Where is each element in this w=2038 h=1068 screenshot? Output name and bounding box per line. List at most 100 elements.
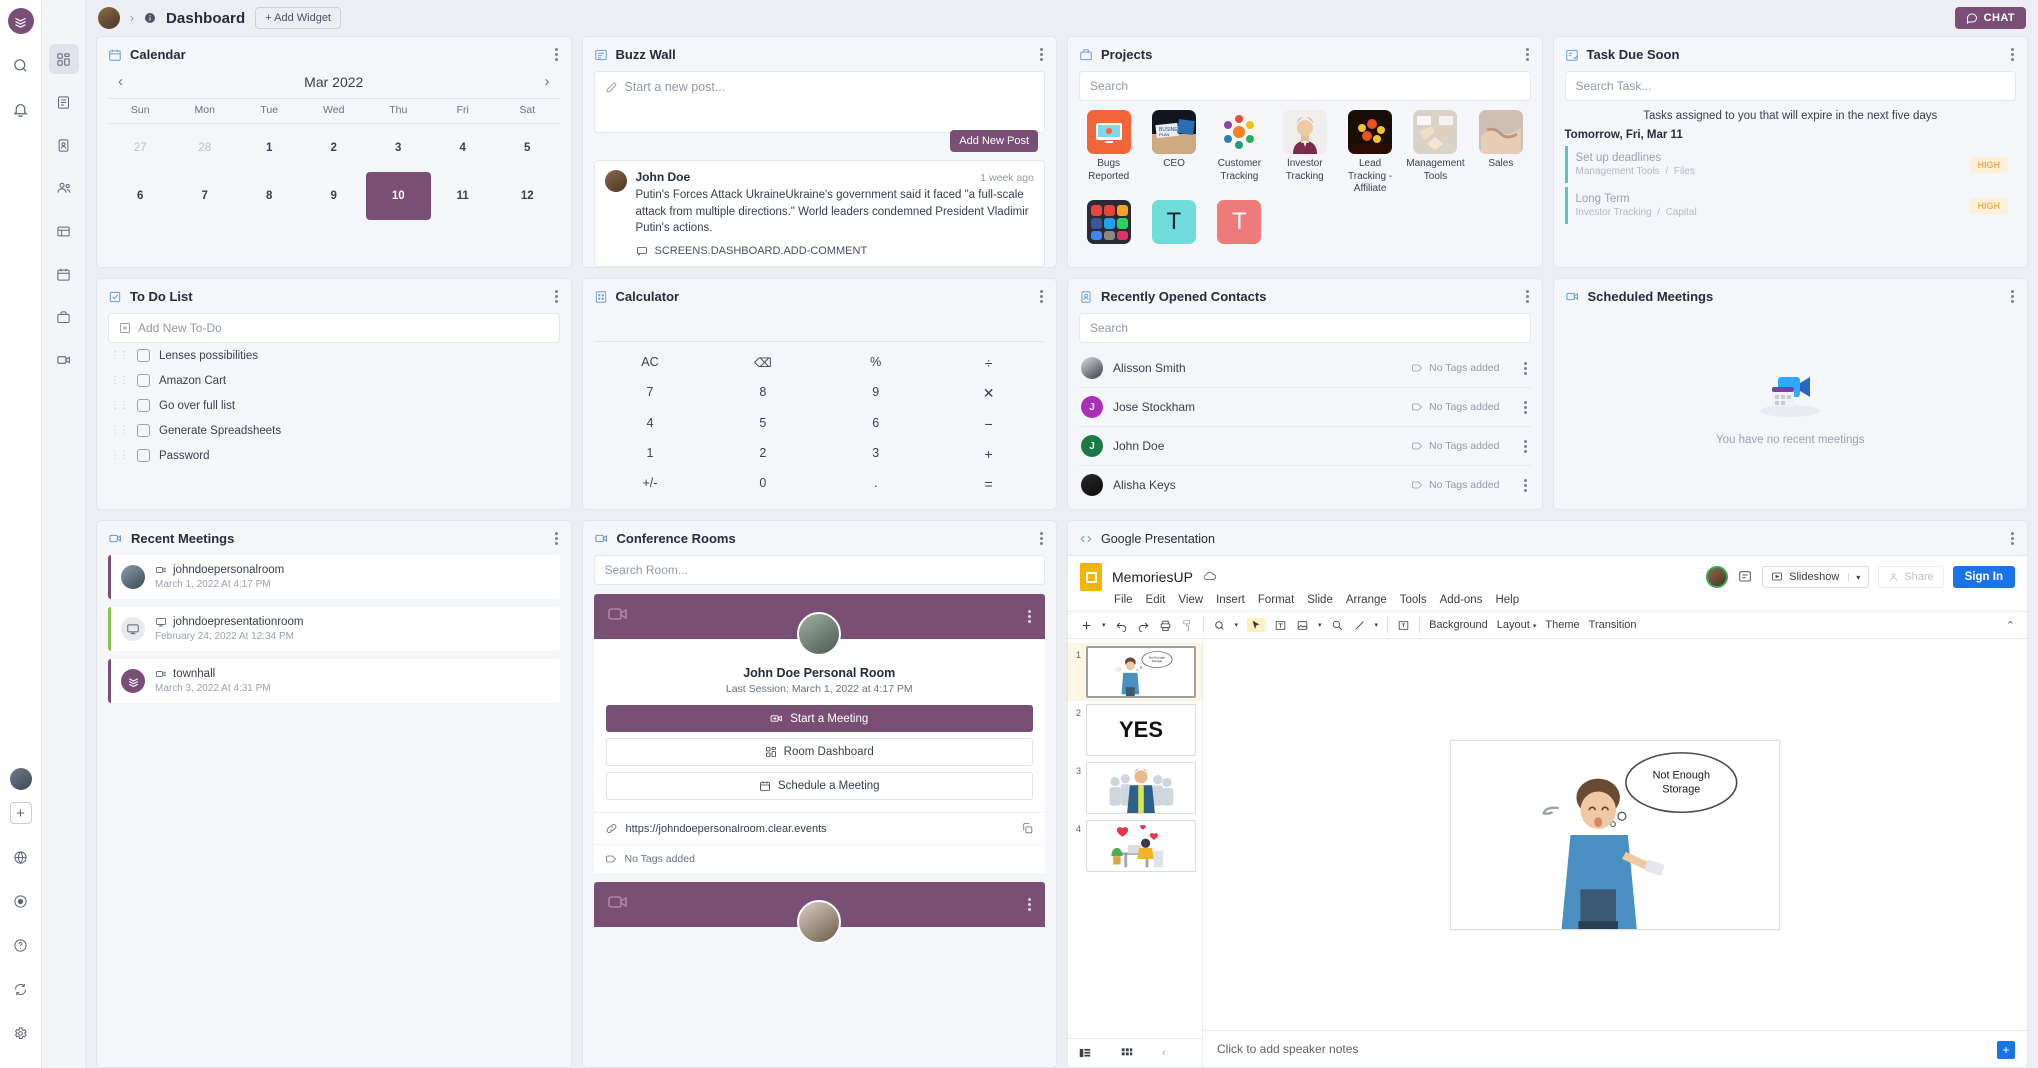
- sidebar-item-contacts[interactable]: [49, 130, 79, 160]
- task-search-input[interactable]: Search Task...: [1564, 71, 2016, 101]
- calendar-day[interactable]: 6: [108, 172, 173, 220]
- settings-icon[interactable]: [4, 1016, 38, 1050]
- calc-key-equals[interactable]: =: [932, 469, 1045, 499]
- share-button[interactable]: Share: [1878, 566, 1944, 588]
- projects-menu-button[interactable]: [1524, 46, 1531, 63]
- avatar[interactable]: [1706, 566, 1729, 588]
- image-dropdown-icon[interactable]: ▾: [1318, 621, 1322, 629]
- todo-menu-button[interactable]: [553, 288, 560, 305]
- meeting-row[interactable]: johndoepersonalroom March 1, 2022 At 4:1…: [108, 555, 560, 599]
- calc-key-percent[interactable]: %: [819, 348, 932, 378]
- globe-icon[interactable]: [4, 840, 38, 874]
- contact-row[interactable]: Alisson Smith No Tags added: [1079, 349, 1531, 388]
- sign-in-button[interactable]: Sign In: [1952, 566, 2015, 588]
- drag-handle-icon[interactable]: ⋮⋮: [110, 350, 129, 361]
- calc-key-multiply[interactable]: ✕: [932, 378, 1045, 409]
- text-options-icon[interactable]: [1397, 619, 1410, 632]
- recent-meetings-menu-button[interactable]: [553, 530, 560, 547]
- calc-key-6[interactable]: 6: [819, 409, 932, 439]
- calendar-next-button[interactable]: ›: [539, 73, 556, 90]
- current-slide[interactable]: Not Enough Storage: [1450, 739, 1780, 930]
- contact-menu-button[interactable]: [1522, 360, 1529, 377]
- room-dashboard-button[interactable]: Room Dashboard: [605, 738, 1033, 766]
- new-slide-dropdown-icon[interactable]: ▾: [1102, 621, 1106, 629]
- todo-item[interactable]: ⋮⋮ Password: [108, 443, 560, 468]
- todo-item[interactable]: ⋮⋮ Lenses possibilities: [108, 343, 560, 368]
- copy-icon[interactable]: [1021, 822, 1034, 835]
- task-due-menu-button[interactable]: [2009, 46, 2016, 63]
- todo-item[interactable]: ⋮⋮ Generate Spreadsheets: [108, 418, 560, 443]
- calc-key-minus[interactable]: −: [932, 409, 1045, 439]
- calc-key-2[interactable]: 2: [706, 439, 819, 469]
- menu-addons[interactable]: Add-ons: [1440, 594, 1483, 606]
- calendar-day[interactable]: 11: [431, 172, 496, 220]
- contacts-search-input[interactable]: Search: [1079, 313, 1531, 343]
- user-avatar[interactable]: [9, 768, 32, 790]
- calendar-day[interactable]: 7: [173, 172, 238, 220]
- menu-view[interactable]: View: [1178, 594, 1203, 606]
- project-tile[interactable]: T: [1144, 199, 1203, 248]
- shape-icon[interactable]: [1331, 619, 1344, 632]
- print-icon[interactable]: [1159, 619, 1172, 632]
- calc-key-ac[interactable]: AC: [594, 348, 707, 378]
- calc-key-5[interactable]: 5: [706, 409, 819, 439]
- meeting-row[interactable]: johndoepresentationroom February 24, 202…: [108, 607, 560, 651]
- slide-thumbnail[interactable]: 1 Not Enough Storage: [1068, 643, 1202, 701]
- calc-key-divide[interactable]: ÷: [932, 348, 1045, 378]
- slideshow-button[interactable]: Slideshow ▾: [1762, 566, 1870, 588]
- layout-button[interactable]: Layout ▾: [1497, 619, 1537, 631]
- sync-icon[interactable]: [4, 972, 38, 1006]
- project-tile[interactable]: [1079, 199, 1138, 248]
- menu-edit[interactable]: Edit: [1146, 594, 1166, 606]
- contact-row[interactable]: Alisha Keys No Tags added: [1079, 466, 1531, 504]
- slide-thumbnail[interactable]: 4: [1068, 817, 1202, 875]
- buzz-wall-menu-button[interactable]: [1038, 46, 1045, 63]
- calendar-day-selected[interactable]: 10: [366, 172, 431, 220]
- collapse-panel-icon[interactable]: ‹: [1162, 1047, 1166, 1059]
- calendar-day[interactable]: 8: [237, 172, 302, 220]
- calendar-menu-button[interactable]: [553, 46, 560, 63]
- project-tile[interactable]: Sales: [1471, 110, 1530, 196]
- project-tile[interactable]: Management Tools: [1406, 110, 1465, 196]
- room-search-input[interactable]: Search Room...: [593, 555, 1045, 585]
- menu-help[interactable]: Help: [1495, 594, 1519, 606]
- room-menu-button[interactable]: [1026, 896, 1033, 913]
- project-tile[interactable]: Bugs Reported: [1079, 110, 1138, 196]
- select-tool-icon[interactable]: [1247, 618, 1266, 632]
- calendar-day[interactable]: 1: [237, 124, 302, 172]
- project-tile[interactable]: Customer Tracking: [1210, 110, 1269, 196]
- new-slide-icon[interactable]: [1080, 619, 1093, 632]
- drag-handle-icon[interactable]: ⋮⋮: [110, 425, 129, 436]
- calc-key-1[interactable]: 1: [594, 439, 707, 469]
- redo-icon[interactable]: [1137, 619, 1150, 632]
- contact-menu-button[interactable]: [1522, 438, 1529, 455]
- post-composer[interactable]: Start a new post... Add New Post: [593, 71, 1045, 152]
- calendar-day[interactable]: 2: [302, 124, 367, 172]
- menu-insert[interactable]: Insert: [1216, 594, 1245, 606]
- menu-tools[interactable]: Tools: [1400, 594, 1427, 606]
- drag-handle-icon[interactable]: ⋮⋮: [110, 400, 129, 411]
- theme-button[interactable]: Theme: [1545, 619, 1579, 631]
- chat-button[interactable]: CHAT: [1954, 7, 2026, 29]
- contact-row[interactable]: J Jose Stockham No Tags added: [1079, 388, 1531, 427]
- paint-format-icon[interactable]: [1181, 619, 1194, 632]
- calendar-prev-button[interactable]: ‹: [112, 73, 129, 90]
- calc-key-plus[interactable]: +: [932, 439, 1045, 469]
- zoom-icon[interactable]: [1213, 619, 1226, 632]
- todo-checkbox[interactable]: [137, 424, 150, 437]
- slide-thumbnail[interactable]: 3: [1068, 759, 1202, 817]
- menu-slide[interactable]: Slide: [1307, 594, 1333, 606]
- chevron-down-icon[interactable]: ▾: [1848, 572, 1860, 582]
- add-widget-button[interactable]: + Add Widget: [255, 7, 341, 29]
- meeting-row[interactable]: townhall March 3, 2022 At 4:31 PM: [108, 659, 560, 703]
- project-tile[interactable]: BUSINESS PLAN CEO: [1144, 110, 1203, 196]
- drag-handle-icon[interactable]: ⋮⋮: [110, 450, 129, 461]
- todo-item[interactable]: ⋮⋮ Go over full list: [108, 393, 560, 418]
- room-url-row[interactable]: https://johndoepersonalroom.clear.events: [593, 812, 1045, 844]
- add-icon[interactable]: +: [9, 802, 32, 824]
- schedule-meeting-button[interactable]: Schedule a Meeting: [605, 772, 1033, 800]
- sidebar-item-people[interactable]: [49, 173, 79, 203]
- calculator-menu-button[interactable]: [1038, 288, 1045, 305]
- calendar-day[interactable]: 3: [366, 124, 431, 172]
- sidebar-item-calendar[interactable]: [49, 259, 79, 289]
